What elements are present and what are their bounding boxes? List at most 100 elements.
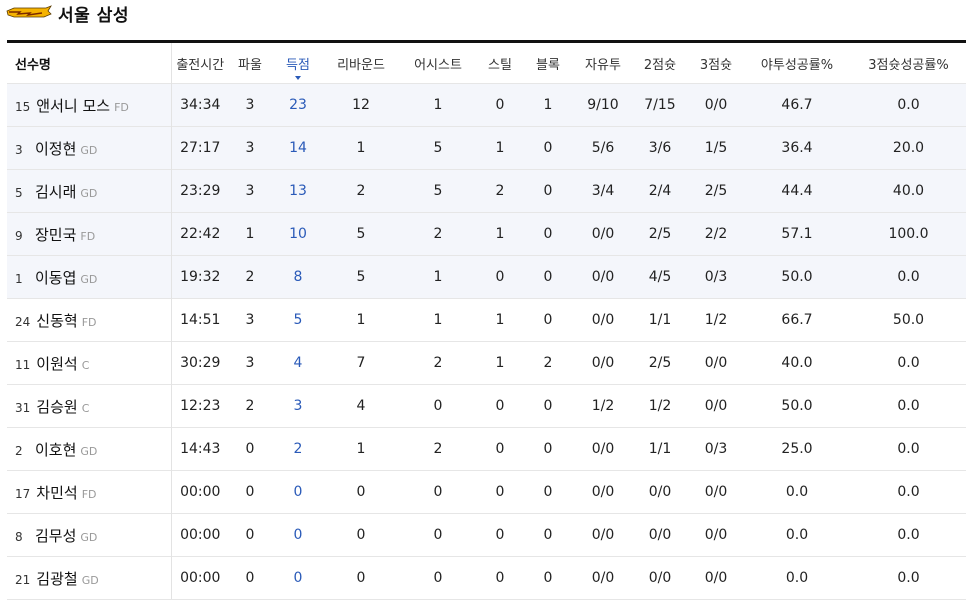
3pt-cell: 0/0 xyxy=(689,470,743,514)
fg-pct-cell: 0.0 xyxy=(743,470,851,514)
3pt-pct-cell: 0.0 xyxy=(851,470,966,514)
points-cell: 0 xyxy=(271,513,325,557)
player-cell[interactable]: 1 이동엽 GD xyxy=(7,255,172,299)
player-cell[interactable]: 15 앤서니 모스 FD xyxy=(7,83,172,127)
player-cell[interactable]: 17 차민석 FD xyxy=(7,470,172,514)
header-steals[interactable]: 스틸 xyxy=(479,40,521,84)
player-name[interactable]: 장민국 xyxy=(35,226,76,244)
3pt-cell: 2/2 xyxy=(689,212,743,256)
assists-cell: 5 xyxy=(397,126,479,170)
header-fouls[interactable]: 파울 xyxy=(229,40,271,84)
header-2pt[interactable]: 2점슛 xyxy=(631,40,689,84)
player-name[interactable]: 이호현 xyxy=(35,441,76,459)
table-row: 31 김승원 C 12:23 2 3 4 0 0 0 1/2 1/2 0/0 50.0 0.0 xyxy=(7,384,966,428)
player-position: GD xyxy=(80,444,98,458)
assists-cell: 0 xyxy=(397,470,479,514)
player-name[interactable]: 김승원 xyxy=(36,398,77,416)
blocks-cell: 2 xyxy=(521,341,575,385)
3pt-pct-cell: 0.0 xyxy=(851,556,966,600)
rebounds-cell: 0 xyxy=(325,513,397,557)
table-row: 1 이동엽 GD 19:32 2 8 5 1 0 0 0/0 4/5 0/3 50.0 0.0 xyxy=(7,255,966,299)
player-cell[interactable]: 9 장민국 FD xyxy=(7,212,172,256)
player-cell[interactable]: 24 신동혁 FD xyxy=(7,298,172,342)
table-row: 17 차민석 FD 00:00 0 0 0 0 0 0 0/0 0/0 0/0 0.0 0.0 xyxy=(7,470,966,514)
header-player[interactable]: 선수명 xyxy=(7,40,172,84)
player-name[interactable]: 김무성 xyxy=(35,527,76,545)
points-cell: 13 xyxy=(271,169,325,213)
points-cell: 23 xyxy=(271,83,325,127)
player-name[interactable]: 앤서니 모스 xyxy=(36,97,110,115)
fouls-cell: 3 xyxy=(229,169,271,213)
2pt-cell: 0/0 xyxy=(631,470,689,514)
steals-cell: 0 xyxy=(479,83,521,127)
player-name[interactable]: 이동엽 xyxy=(35,269,76,287)
player-position: FD xyxy=(81,487,97,501)
points-cell: 0 xyxy=(271,556,325,600)
player-name[interactable]: 신동혁 xyxy=(36,312,77,330)
player-cell[interactable]: 2 이호현 GD xyxy=(7,427,172,471)
player-name[interactable]: 차민석 xyxy=(36,484,77,502)
player-cell[interactable]: 11 이원석 C xyxy=(7,341,172,385)
header-fg-pct[interactable]: 야투성공률% xyxy=(743,40,851,84)
table-row: 9 장민국 FD 22:42 1 10 5 2 1 0 0/0 2/5 2/2 57.1 100.0 xyxy=(7,212,966,256)
3pt-pct-cell: 20.0 xyxy=(851,126,966,170)
3pt-pct-cell: 100.0 xyxy=(851,212,966,256)
header-blocks[interactable]: 블록 xyxy=(521,40,575,84)
header-3pt[interactable]: 3점슛 xyxy=(689,40,743,84)
3pt-cell: 0/0 xyxy=(689,556,743,600)
player-cell[interactable]: 21 김광철 GD xyxy=(7,556,172,600)
player-position: GD xyxy=(80,530,98,544)
fg-pct-cell: 46.7 xyxy=(743,83,851,127)
table-row: 3 이정현 GD 27:17 3 14 1 5 1 0 5/6 3/6 1/5 36.4 20.0 xyxy=(7,126,966,170)
2pt-cell: 2/5 xyxy=(631,212,689,256)
header-rebounds[interactable]: 리바운드 xyxy=(325,40,397,84)
blocks-cell: 0 xyxy=(521,126,575,170)
3pt-cell: 0/0 xyxy=(689,83,743,127)
3pt-pct-cell: 0.0 xyxy=(851,341,966,385)
jersey-number: 9 xyxy=(15,228,23,243)
points-cell: 3 xyxy=(271,384,325,428)
blocks-cell: 0 xyxy=(521,169,575,213)
blocks-cell: 1 xyxy=(521,83,575,127)
rebounds-cell: 5 xyxy=(325,212,397,256)
header-assists[interactable]: 어시스트 xyxy=(397,40,479,84)
assists-cell: 1 xyxy=(397,83,479,127)
minutes-cell: 30:29 xyxy=(171,341,229,385)
player-name[interactable]: 김시래 xyxy=(35,183,76,201)
minutes-cell: 23:29 xyxy=(171,169,229,213)
table-row: 11 이원석 C 30:29 3 4 7 2 1 2 0/0 2/5 0/0 40.0 0.0 xyxy=(7,341,966,385)
minutes-cell: 00:00 xyxy=(171,513,229,557)
rebounds-cell: 5 xyxy=(325,255,397,299)
player-cell[interactable]: 8 김무성 GD xyxy=(7,513,172,557)
fouls-cell: 0 xyxy=(229,470,271,514)
rebounds-cell: 1 xyxy=(325,298,397,342)
player-position: C xyxy=(81,358,90,372)
player-cell[interactable]: 5 김시래 GD xyxy=(7,169,172,213)
player-name[interactable]: 이원석 xyxy=(36,355,77,373)
rebounds-cell: 0 xyxy=(325,556,397,600)
fg-pct-cell: 57.1 xyxy=(743,212,851,256)
player-stats-table: 선수명 출전시간 파울 득점 리바운드 어시스트 스틸 블록 자유투 2점슛 3… xyxy=(7,40,966,600)
player-name[interactable]: 이정현 xyxy=(35,140,76,158)
jersey-number: 2 xyxy=(15,443,23,458)
jersey-number: 31 xyxy=(15,400,31,415)
player-name[interactable]: 김광철 xyxy=(36,570,77,588)
blocks-cell: 0 xyxy=(521,470,575,514)
header-free-throws[interactable]: 자유투 xyxy=(575,40,631,84)
3pt-pct-cell: 0.0 xyxy=(851,384,966,428)
blocks-cell: 0 xyxy=(521,298,575,342)
header-minutes[interactable]: 출전시간 xyxy=(171,40,229,84)
header-3pt-pct[interactable]: 3점슛성공률% xyxy=(851,40,966,84)
jersey-number: 24 xyxy=(15,314,31,329)
table-header-row: 선수명 출전시간 파울 득점 리바운드 어시스트 스틸 블록 자유투 2점슛 3… xyxy=(7,40,966,84)
thunders-logo-icon xyxy=(6,5,52,18)
points-cell: 14 xyxy=(271,126,325,170)
3pt-pct-cell: 0.0 xyxy=(851,513,966,557)
header-points[interactable]: 득점 xyxy=(271,40,325,84)
fg-pct-cell: 25.0 xyxy=(743,427,851,471)
2pt-cell: 7/15 xyxy=(631,83,689,127)
player-cell[interactable]: 3 이정현 GD xyxy=(7,126,172,170)
player-position: GD xyxy=(80,272,98,286)
steals-cell: 0 xyxy=(479,556,521,600)
player-cell[interactable]: 31 김승원 C xyxy=(7,384,172,428)
